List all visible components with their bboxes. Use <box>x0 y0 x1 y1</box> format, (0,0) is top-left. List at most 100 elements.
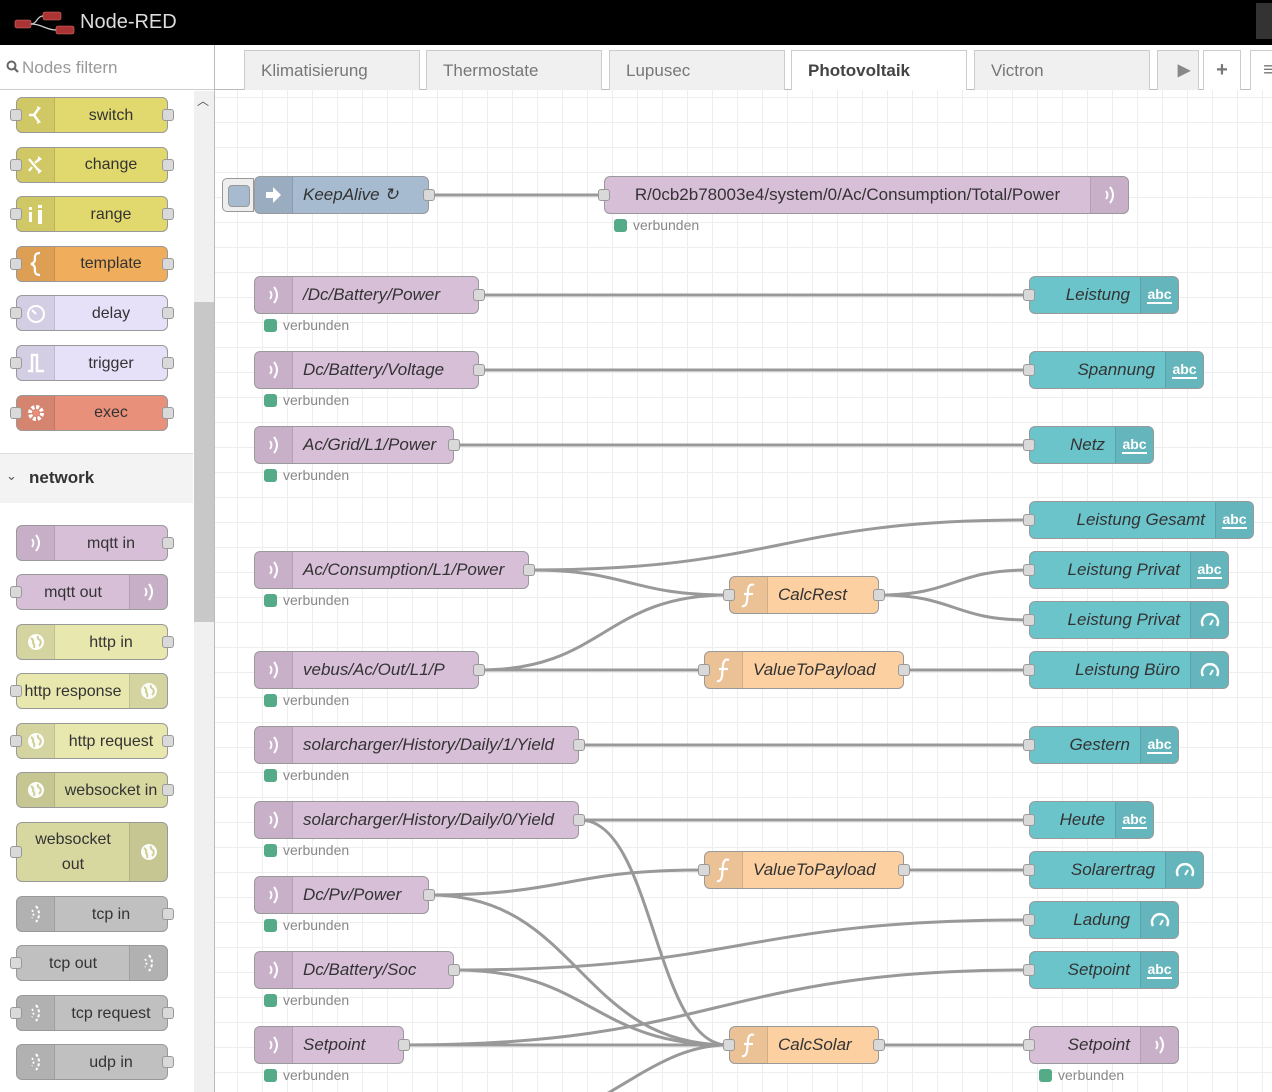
tab-scroll-right-button[interactable]: ▶ <box>1165 50 1203 90</box>
palette-node-trigger[interactable]: trigger <box>10 345 174 381</box>
palette-node-delay[interactable]: delay <box>10 295 174 332</box>
palette-node-change[interactable]: change <box>10 146 174 183</box>
flow-node-f-calcrest[interactable]: CalcRest <box>723 576 885 614</box>
input-port[interactable] <box>1023 614 1035 626</box>
palette-node-http-in[interactable]: http in <box>16 624 174 660</box>
input-port[interactable] <box>1023 814 1035 826</box>
output-port[interactable] <box>873 1039 885 1051</box>
palette-node-switch[interactable]: switch <box>10 97 174 133</box>
palette-node-exec[interactable]: exec <box>10 394 174 431</box>
palette-node-websocket-in[interactable]: websocket in <box>16 772 174 808</box>
output-port[interactable] <box>473 664 485 676</box>
flow-workspace[interactable]: KeepAlive ↻ R/0cb2b78003e4/system/0/Ac/Co… <box>215 90 1272 1092</box>
flow-node-in-soc[interactable]: Dc/Battery/Soc <box>254 951 460 989</box>
flow-node-ui-setpoint[interactable]: abc Setpoint <box>1023 951 1179 989</box>
flow-node-in-yield1[interactable]: solarcharger/History/Daily/1/Yield <box>254 726 585 764</box>
flow-node-ui-gestern[interactable]: abc Gestern <box>1023 726 1179 764</box>
output-port[interactable] <box>473 289 485 301</box>
input-port[interactable] <box>1023 739 1035 751</box>
flow-node-in-consumption[interactable]: Ac/Consumption/L1/Power <box>254 551 535 589</box>
flow-node-ui-netz[interactable]: abc Netz <box>1023 426 1154 464</box>
output-port[interactable] <box>423 889 435 901</box>
input-port[interactable] <box>1023 514 1035 526</box>
palette-node-udp-in[interactable]: udp in <box>16 1044 174 1080</box>
palette-node-http-request[interactable]: http request <box>10 723 174 759</box>
wire-in-pv-to-f-vtp2[interactable] <box>429 868 704 897</box>
wire-in-soc-to-ui-ladung[interactable] <box>454 918 1029 972</box>
output-port[interactable] <box>473 364 485 376</box>
flow-node-out-setpoint[interactable]: Setpoint <box>1023 1026 1179 1064</box>
tab-thermostate[interactable]: Thermostate <box>426 50 602 90</box>
flow-node-in-pv[interactable]: Dc/Pv/Power <box>254 876 435 914</box>
output-port[interactable] <box>898 864 910 876</box>
input-port[interactable] <box>1023 964 1035 976</box>
wire-f-calcrest-to-ui-privat-t[interactable] <box>879 568 1029 597</box>
tab-victron[interactable]: Victron <box>974 50 1150 90</box>
flow-node-in-batt-power[interactable]: /Dc/Battery/Power <box>254 276 485 314</box>
output-port[interactable] <box>898 664 910 676</box>
palette-node-tcp-request[interactable]: tcp request <box>10 995 174 1031</box>
output-port[interactable] <box>873 589 885 601</box>
flow-node-ui-solarertrag[interactable]: Solarertrag <box>1023 851 1204 889</box>
flow-node-ui-spannung[interactable]: abc Spannung <box>1023 351 1204 389</box>
nodes-filter-input[interactable] <box>22 55 202 81</box>
flow-node-in-grid[interactable]: Ac/Grid/L1/Power <box>254 426 460 464</box>
flow-node-ui-leistung[interactable]: abc Leistung <box>1023 276 1179 314</box>
flow-node-ui-ladung[interactable]: Ladung <box>1023 901 1179 939</box>
wire-in-setpoint-to-ui-setpoint[interactable] <box>404 968 1029 1047</box>
wire-in-consumption-to-ui-gesamt[interactable] <box>529 518 1029 572</box>
output-port[interactable] <box>573 739 585 751</box>
wire-in-consumption-to-f-calcrest[interactable] <box>529 568 729 597</box>
input-port[interactable] <box>1023 864 1035 876</box>
palette-node-range[interactable]: range <box>10 196 174 233</box>
output-port[interactable] <box>398 1039 410 1051</box>
palette-node-mqtt-in[interactable]: mqtt in <box>16 525 174 561</box>
flow-node-in-vebus[interactable]: vebus/Ac/Out/L1/P <box>254 651 485 689</box>
wire-offscreen-to-calcsolar[interactable] <box>605 1043 729 1092</box>
input-port[interactable] <box>598 189 610 201</box>
palette-node-mqtt-out[interactable]: mqtt out <box>10 574 168 610</box>
input-port[interactable] <box>1023 364 1035 376</box>
flow-node-ui-privat-t[interactable]: abc Leistung Privat <box>1023 551 1229 589</box>
tab-photovoltaik[interactable]: Photovoltaik <box>791 50 967 91</box>
flow-node-ui-buero[interactable]: Leistung Büro <box>1023 651 1229 689</box>
input-port[interactable] <box>1023 664 1035 676</box>
tab-lupusec[interactable]: Lupusec <box>609 50 785 90</box>
flow-node-ui-privat-g[interactable]: Leistung Privat <box>1023 601 1229 639</box>
palette-node-tcp-in[interactable]: tcp in <box>16 896 174 932</box>
wire-f-calcrest-to-ui-privat-g[interactable] <box>879 593 1029 622</box>
input-port[interactable] <box>698 864 710 876</box>
inject-trigger-button[interactable] <box>222 178 254 212</box>
flow-node-f-vtp1[interactable]: ValueToPayload <box>698 651 910 689</box>
palette-node-template[interactable]: template <box>10 245 174 282</box>
palette-node-websocket-out[interactable]: websocket out <box>10 822 168 882</box>
scroll-up-icon[interactable]: ︿ <box>197 92 209 109</box>
flow-node-in-yield0[interactable]: solarcharger/History/Daily/0/Yield <box>254 801 585 839</box>
flow-node-f-calcsolar[interactable]: CalcSolar <box>723 1026 885 1064</box>
output-port[interactable] <box>448 964 460 976</box>
input-port[interactable] <box>723 1039 735 1051</box>
output-port[interactable] <box>573 814 585 826</box>
palette-category-network[interactable]: ⌄ network <box>0 453 193 503</box>
flow-node-mqtt-out-total[interactable]: R/0cb2b78003e4/system/0/Ac/Consumption/T… <box>598 176 1129 214</box>
flow-node-in-batt-voltage[interactable]: Dc/Battery/Voltage <box>254 351 485 389</box>
input-port[interactable] <box>1023 564 1035 576</box>
input-port[interactable] <box>1023 1039 1035 1051</box>
input-port[interactable] <box>698 664 710 676</box>
tab-klimatisierung[interactable]: Klimatisierung <box>244 50 420 90</box>
flow-node-ui-heute[interactable]: abc Heute <box>1023 801 1154 839</box>
input-port[interactable] <box>723 589 735 601</box>
palette-node-tcp-out[interactable]: tcp out <box>10 945 168 981</box>
flow-node-in-setpoint[interactable]: Setpoint <box>254 1026 410 1064</box>
output-port[interactable] <box>523 564 535 576</box>
flow-list-button[interactable]: ≡ <box>1250 50 1272 90</box>
header-menu-edge[interactable] <box>1256 3 1272 39</box>
output-port[interactable] <box>423 189 435 201</box>
palette-node-http-response[interactable]: http response <box>10 673 168 709</box>
palette-scrollbar-thumb[interactable] <box>194 302 214 622</box>
input-port[interactable] <box>1023 289 1035 301</box>
flow-node-f-vtp2[interactable]: ValueToPayload <box>698 851 910 889</box>
output-port[interactable] <box>448 439 460 451</box>
input-port[interactable] <box>1023 439 1035 451</box>
flow-node-ui-gesamt[interactable]: abc Leistung Gesamt <box>1023 501 1254 539</box>
